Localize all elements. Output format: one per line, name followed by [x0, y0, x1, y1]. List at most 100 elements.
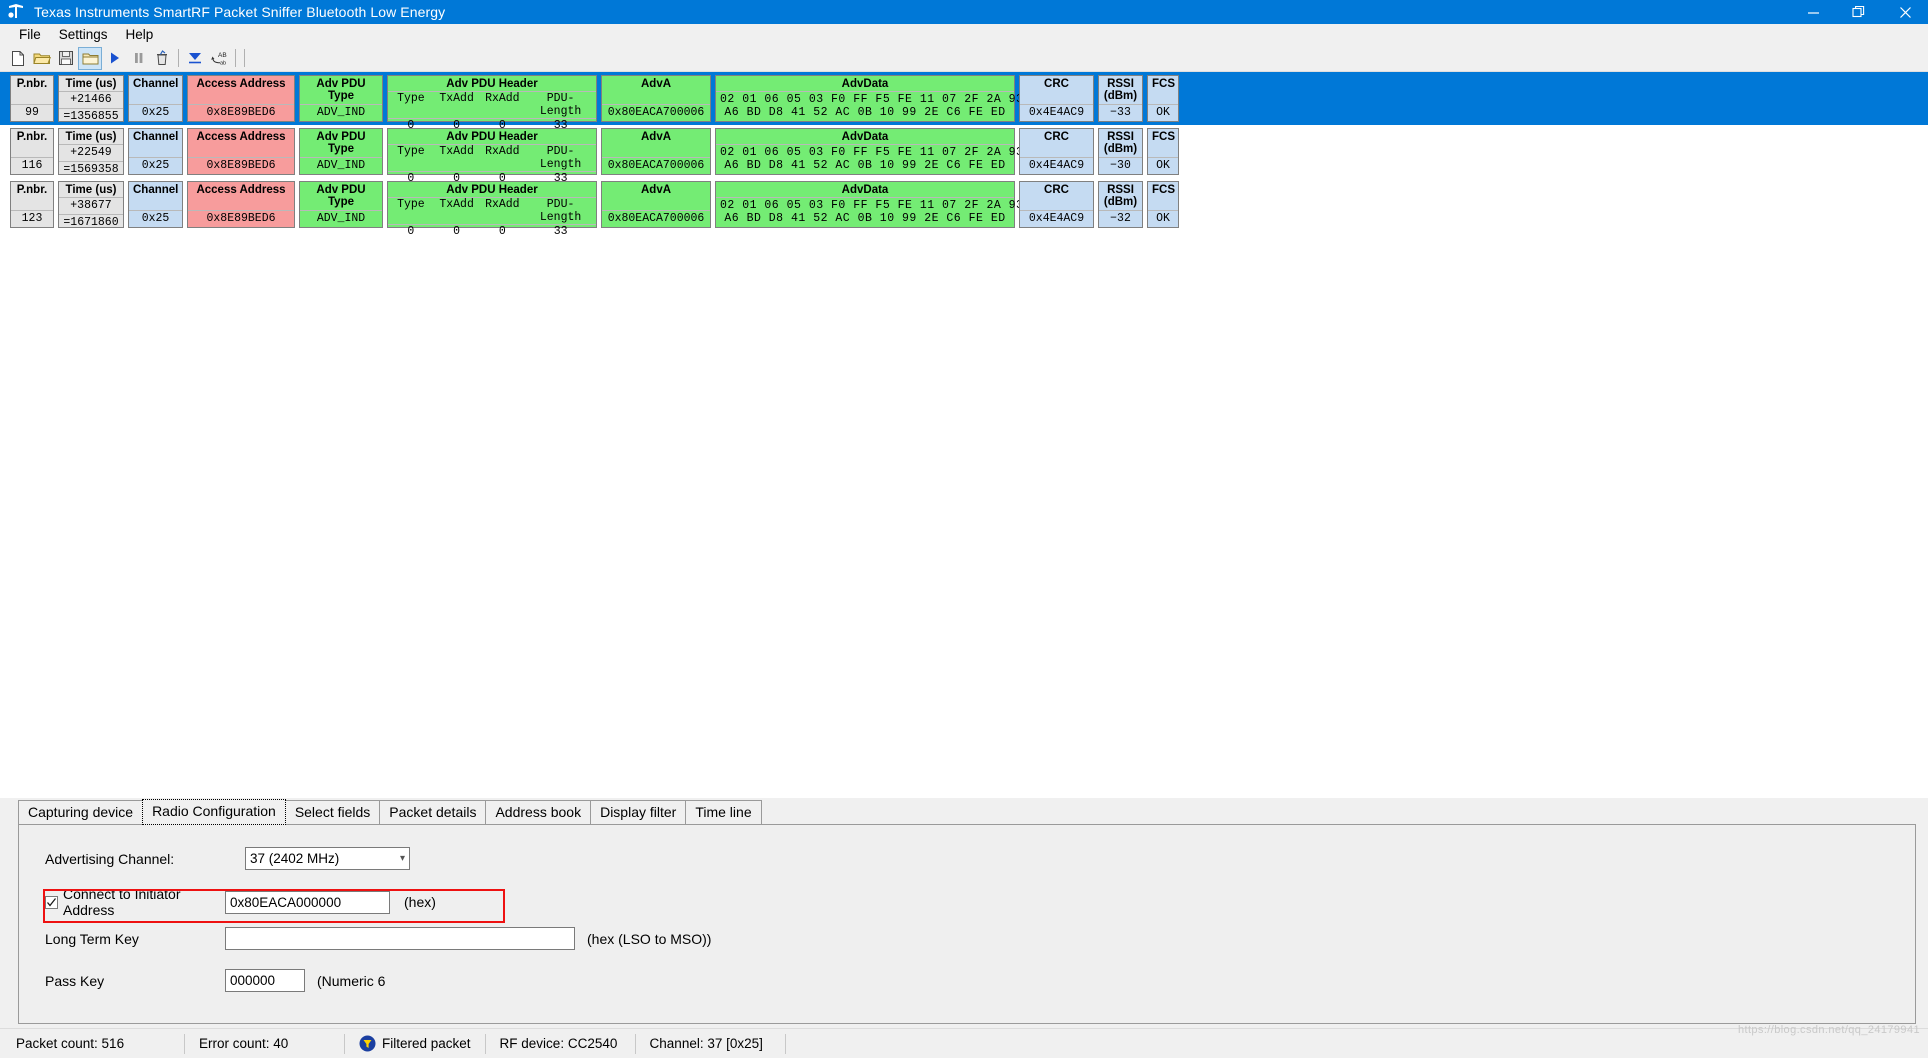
adv-pdu-header-values: 00033	[388, 225, 596, 238]
title-bar: Texas Instruments SmartRF Packet Sniffer…	[0, 0, 1928, 24]
col-header-advdata: AdvData	[716, 76, 1014, 91]
field-access-address: Access Address0x8E89BED6	[187, 75, 295, 122]
field-crc: CRC0x4E4AC9	[1019, 75, 1094, 122]
cell-rssi: −32	[1099, 210, 1142, 227]
open-folder-icon[interactable]	[30, 47, 54, 70]
col-header-channel: Channel	[129, 182, 182, 197]
field-access-address: Access Address0x8E89BED6	[187, 181, 295, 228]
col-header-rxadd: RxAdd	[479, 145, 525, 172]
initiator-address-input[interactable]: 0x80EACA000000	[225, 891, 390, 914]
menu-help[interactable]: Help	[117, 24, 163, 45]
play-icon[interactable]	[102, 47, 126, 70]
pass-key-input[interactable]: 000000	[225, 969, 305, 992]
col-header-adv-pdu-type: Adv PDU Type	[300, 76, 382, 103]
cell-advdata-line2: A6 BD D8 41 52 AC 0B 10 99 2E C6 FE ED	[716, 159, 1014, 174]
field-channel: Channel0x25	[128, 75, 183, 122]
connect-initiator-row: Connect to Initiator Address 0x80EACA000…	[45, 886, 1915, 918]
menu-bar: File Settings Help	[0, 24, 1928, 45]
pause-icon[interactable]	[126, 47, 150, 70]
field-adv-pdu-type: Adv PDU TypeADV_IND	[299, 128, 383, 175]
cell-rxadd: 0	[479, 225, 525, 238]
cell-fcs: OK	[1148, 157, 1178, 174]
cell-fcs: OK	[1148, 210, 1178, 227]
cell-time-delta: +22549	[59, 144, 123, 161]
toolbar-separator-1	[178, 49, 179, 67]
tab-address-book[interactable]: Address book	[485, 800, 591, 825]
cell-advdata-line1: 02 01 06 05 03 F0 FF F5 FE 11 07 2F 2A 9…	[716, 91, 1014, 106]
field-advdata: AdvData02 01 06 05 03 F0 FF F5 FE 11 07 …	[715, 75, 1015, 122]
tab-capturing-device[interactable]: Capturing device	[18, 800, 143, 825]
field-fcs: FCSOK	[1147, 128, 1179, 175]
ab-filter-icon[interactable]: AB ab	[207, 47, 231, 70]
chevron-down-icon: ▾	[400, 853, 405, 864]
tab-display-filter[interactable]: Display filter	[590, 800, 686, 825]
tab-packet-details[interactable]: Packet details	[379, 800, 486, 825]
pass-key-row: Pass Key 000000 (Numeric 6	[45, 969, 1915, 992]
field-packet-number: P.nbr.116	[10, 128, 54, 175]
status-filtered-packet-label: Filtered packet	[382, 1034, 471, 1054]
close-button[interactable]	[1882, 0, 1928, 24]
col-header-rssi: RSSI(dBm)	[1099, 182, 1142, 209]
cell-advdata-line2: A6 BD D8 41 52 AC 0B 10 99 2E C6 FE ED	[716, 212, 1014, 227]
field-adv-pdu-type: Adv PDU TypeADV_IND	[299, 75, 383, 122]
tab-select-fields[interactable]: Select fields	[285, 800, 380, 825]
cell-adva: 0x80EACA700006	[602, 157, 710, 174]
menu-file[interactable]: File	[10, 24, 50, 45]
long-term-key-input[interactable]	[225, 927, 575, 950]
col-header-access-address: Access Address	[188, 129, 294, 144]
new-icon[interactable]	[6, 47, 30, 70]
status-rf-device: RF device: CC2540	[486, 1034, 636, 1054]
maximize-button[interactable]	[1836, 0, 1882, 24]
field-crc: CRC0x4E4AC9	[1019, 128, 1094, 175]
field-rssi: RSSI(dBm)−32	[1098, 181, 1143, 228]
minimize-button[interactable]	[1790, 0, 1836, 24]
connect-initiator-checkbox[interactable]	[45, 896, 58, 909]
col-header-adv-pdu-header: Adv PDU Header	[388, 129, 596, 144]
window-controls	[1790, 0, 1928, 24]
cell-pdu-length: 33	[525, 225, 596, 238]
save-icon[interactable]	[54, 47, 78, 70]
col-header-adva: AdvA	[602, 182, 710, 197]
toolbar-separator-2	[235, 49, 236, 67]
advertising-channel-label: Advertising Channel:	[45, 851, 245, 867]
status-bar: Packet count: 516 Error count: 40 Filter…	[0, 1028, 1928, 1058]
window-title: Texas Instruments SmartRF Packet Sniffer…	[34, 4, 445, 20]
menu-settings[interactable]: Settings	[50, 24, 117, 45]
cell-adva: 0x80EACA700006	[602, 210, 710, 227]
col-header-crc: CRC	[1020, 129, 1093, 144]
col-header-pdu-length: PDU-Length	[525, 92, 596, 119]
field-packet-number: P.nbr.123	[10, 181, 54, 228]
cell-time-abs: =1671860	[59, 214, 123, 231]
packet-row[interactable]: P.nbr.99Time (us)+21466=1356855Channel0x…	[0, 72, 1928, 125]
col-header-channel: Channel	[129, 129, 182, 144]
field-crc: CRC0x4E4AC9	[1019, 181, 1094, 228]
scroll-to-end-icon[interactable]	[183, 47, 207, 70]
tab-radio-configuration[interactable]: Radio Configuration	[142, 799, 286, 825]
col-header-time: Time (us)	[59, 76, 123, 91]
cell-fcs: OK	[1148, 104, 1178, 121]
cell-txadd: 0	[434, 225, 480, 238]
col-header-adva: AdvA	[602, 129, 710, 144]
long-term-key-row: Long Term Key (hex (LSO to MSO))	[45, 927, 1915, 950]
field-advdata: AdvData02 01 06 05 03 F0 FF F5 FE 11 07 …	[715, 128, 1015, 175]
col-header-type: Type	[388, 92, 434, 119]
cell-rssi: −30	[1099, 157, 1142, 174]
advertising-channel-value: 37 (2402 MHz)	[250, 851, 339, 866]
tab-time-line[interactable]: Time line	[685, 800, 761, 825]
status-channel: Channel: 37 [0x25]	[636, 1034, 786, 1054]
col-header-type: Type	[388, 198, 434, 225]
cell-type: 0	[388, 225, 434, 238]
packet-row[interactable]: P.nbr.123Time (us)+38677=1671860Channel0…	[0, 178, 1928, 231]
field-time: Time (us)+22549=1569358	[58, 128, 124, 175]
field-advdata: AdvData02 01 06 05 03 F0 FF F5 FE 11 07 …	[715, 181, 1015, 228]
field-adv-pdu-header: Adv PDU HeaderTypeTxAddRxAddPDU-Length00…	[387, 75, 597, 122]
pass-key-label: Pass Key	[45, 973, 225, 989]
open-capture-icon[interactable]	[78, 47, 102, 70]
advertising-channel-select[interactable]: 37 (2402 MHz) ▾	[245, 847, 410, 870]
bottom-panel: Capturing deviceRadio ConfigurationSelec…	[0, 798, 1928, 1028]
col-header-fcs: FCS	[1148, 76, 1178, 91]
clear-icon[interactable]	[150, 47, 174, 70]
cell-pnbr: 123	[11, 210, 53, 227]
cell-access-address: 0x8E89BED6	[188, 157, 294, 174]
packet-row[interactable]: P.nbr.116Time (us)+22549=1569358 Channel 0…	[0, 125, 1928, 178]
